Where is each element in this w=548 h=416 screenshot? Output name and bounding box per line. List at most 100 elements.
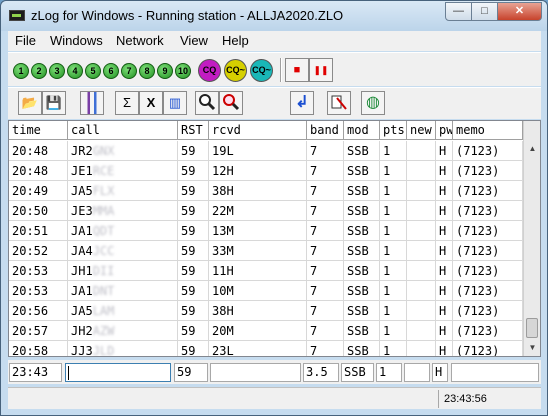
cell-band[interactable]: 7 — [307, 141, 344, 161]
globe-icon[interactable]: ◍ — [361, 91, 385, 115]
cell-time[interactable]: 20:49 — [9, 181, 68, 201]
entry-new-field[interactable] — [404, 363, 430, 382]
app-icon[interactable] — [9, 10, 25, 21]
cell-pts[interactable]: 1 — [380, 241, 407, 261]
cell-mod[interactable]: SSB — [344, 281, 380, 301]
cell-pw[interactable]: H — [436, 341, 453, 356]
cell-new[interactable] — [407, 321, 436, 341]
cell-band[interactable]: 7 — [307, 221, 344, 241]
cell-mod[interactable]: SSB — [344, 321, 380, 341]
cell-pw[interactable]: H — [436, 221, 453, 241]
col-pts[interactable]: pts — [380, 121, 407, 140]
cell-rst[interactable]: 59 — [178, 261, 209, 281]
cell-call[interactable]: JH2AZW — [68, 321, 178, 341]
band-button-10[interactable]: 10 — [175, 63, 191, 79]
cell-call[interactable]: JA1QDT — [68, 221, 178, 241]
cell-rcvd[interactable]: 10M — [209, 281, 307, 301]
table-row[interactable]: 20:50 JE3MMA 59 22M 7 SSB 1 H (7123) — [9, 201, 523, 221]
scroll-down-arrow-icon[interactable]: ▼ — [524, 339, 540, 356]
col-time[interactable]: time — [9, 121, 68, 140]
cell-mod[interactable]: SSB — [344, 161, 380, 181]
band-button-9[interactable]: 9 — [157, 63, 173, 79]
save-icon[interactable]: 💾 — [42, 91, 66, 115]
cell-band[interactable]: 7 — [307, 161, 344, 181]
cell-call[interactable]: JH1DII — [68, 261, 178, 281]
cell-memo[interactable]: (7123) — [453, 341, 523, 356]
cell-rcvd[interactable]: 33M — [209, 241, 307, 261]
cell-rcvd[interactable]: 13M — [209, 221, 307, 241]
cell-new[interactable] — [407, 301, 436, 321]
band-button-4[interactable]: 4 — [67, 63, 83, 79]
cq-button[interactable]: CQ — [198, 59, 221, 82]
cell-rcvd[interactable]: 19L — [209, 141, 307, 161]
search-icon[interactable] — [195, 91, 219, 115]
table-row[interactable]: 20:53 JH1DII 59 11H 7 SSB 1 H (7123) — [9, 261, 523, 281]
maximize-button[interactable]: □ — [471, 2, 498, 21]
cell-rcvd[interactable]: 22M — [209, 201, 307, 221]
cell-memo[interactable]: (7123) — [453, 141, 523, 161]
table-row[interactable]: 20:56 JA5LAM 59 38H 7 SSB 1 H (7123) — [9, 301, 523, 321]
cell-new[interactable] — [407, 201, 436, 221]
stop-button[interactable]: ■ — [285, 58, 309, 82]
menu-network[interactable]: Network — [116, 33, 164, 48]
cell-rcvd[interactable]: 11H — [209, 261, 307, 281]
cell-rcvd[interactable]: 12H — [209, 161, 307, 181]
entry-time-field[interactable]: 23:43 — [9, 363, 62, 382]
cell-call[interactable]: JE1RCE — [68, 161, 178, 181]
cell-rst[interactable]: 59 — [178, 221, 209, 241]
band-button-5[interactable]: 5 — [85, 63, 101, 79]
menu-view[interactable]: View — [180, 33, 208, 48]
col-pw[interactable]: pw — [436, 121, 453, 140]
cell-pts[interactable]: 1 — [380, 261, 407, 281]
cell-pts[interactable]: 1 — [380, 161, 407, 181]
entry-rst-field[interactable]: 59 — [174, 363, 208, 382]
cell-mod[interactable]: SSB — [344, 241, 380, 261]
cell-time[interactable]: 20:51 — [9, 221, 68, 241]
entry-memo-field[interactable] — [451, 363, 539, 382]
table-row[interactable]: 20:51 JA1QDT 59 13M 7 SSB 1 H (7123) — [9, 221, 523, 241]
cell-band[interactable]: 7 — [307, 281, 344, 301]
cell-rst[interactable]: 59 — [178, 181, 209, 201]
entry-pts-field[interactable]: 1 — [376, 363, 402, 382]
cell-time[interactable]: 20:57 — [9, 321, 68, 341]
cell-memo[interactable]: (7123) — [453, 301, 523, 321]
col-band[interactable]: band — [307, 121, 344, 140]
cell-pts[interactable]: 1 — [380, 181, 407, 201]
table-row[interactable]: 20:57 JH2AZW 59 20M 7 SSB 1 H (7123) — [9, 321, 523, 341]
col-rst[interactable]: RST — [178, 121, 209, 140]
cell-call[interactable]: JJ3JLD — [68, 341, 178, 356]
band-button-1[interactable]: 1 — [13, 63, 29, 79]
cell-memo[interactable]: (7123) — [453, 261, 523, 281]
cell-time[interactable]: 20:52 — [9, 241, 68, 261]
cell-memo[interactable]: (7123) — [453, 161, 523, 181]
cell-rst[interactable]: 59 — [178, 141, 209, 161]
col-mod[interactable]: mod — [344, 121, 380, 140]
entry-rcvd-field[interactable] — [210, 363, 301, 382]
cell-new[interactable] — [407, 341, 436, 356]
cell-mod[interactable]: SSB — [344, 341, 380, 356]
cell-time[interactable]: 20:53 — [9, 261, 68, 281]
cell-memo[interactable]: (7123) — [453, 241, 523, 261]
cell-call[interactable]: JE3MMA — [68, 201, 178, 221]
cell-time[interactable]: 20:48 — [9, 161, 68, 181]
cell-band[interactable]: 7 — [307, 201, 344, 221]
cell-mod[interactable]: SSB — [344, 201, 380, 221]
options-icon[interactable] — [80, 91, 104, 115]
cell-pts[interactable]: 1 — [380, 301, 407, 321]
band-button-8[interactable]: 8 — [139, 63, 155, 79]
cell-rst[interactable]: 59 — [178, 161, 209, 181]
cell-new[interactable] — [407, 161, 436, 181]
x-icon[interactable]: X — [139, 91, 163, 115]
cell-pw[interactable]: H — [436, 261, 453, 281]
cell-new[interactable] — [407, 181, 436, 201]
cell-time[interactable]: 20:53 — [9, 281, 68, 301]
cell-memo[interactable]: (7123) — [453, 321, 523, 341]
cell-time[interactable]: 20:58 — [9, 341, 68, 356]
col-rcvd[interactable]: rcvd — [209, 121, 307, 140]
menu-file[interactable]: File — [15, 33, 36, 48]
cq-repeat-button-2[interactable]: CQ~ — [250, 59, 273, 82]
cell-new[interactable] — [407, 221, 436, 241]
cell-pw[interactable]: H — [436, 321, 453, 341]
cell-mod[interactable]: SSB — [344, 141, 380, 161]
cell-band[interactable]: 7 — [307, 241, 344, 261]
